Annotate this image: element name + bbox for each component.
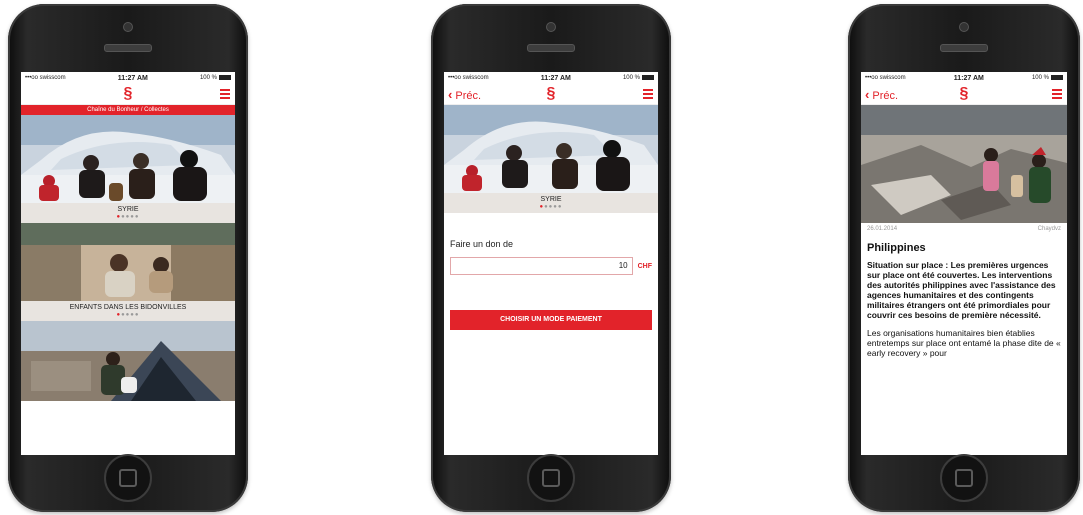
- battery-indicator: 100 %: [1031, 74, 1063, 82]
- syria-camp-photo: [444, 105, 658, 193]
- choose-payment-button[interactable]: CHOISIR UN MODE PAIEMENT: [450, 310, 652, 330]
- slide-caption: ENFANTS DANS LES BIDONVILLES: [21, 301, 235, 312]
- article-date: 26.01.2014: [867, 226, 898, 232]
- share-link[interactable]: Chaydvz: [1038, 226, 1061, 232]
- back-label: Préc.: [872, 90, 899, 102]
- speaker-grille: [940, 44, 988, 52]
- battery-indicator: 100 %: [199, 74, 231, 82]
- chevron-left-icon: ‹: [865, 87, 870, 102]
- article-photo: [861, 105, 1067, 223]
- front-camera: [959, 22, 969, 32]
- slide-photo-slums[interactable]: [21, 223, 235, 301]
- battery-indicator: 100 %: [622, 74, 654, 82]
- carousel-dots[interactable]: ●●●●●: [444, 204, 658, 213]
- battery-icon: [641, 74, 654, 80]
- app-logo[interactable]: §: [124, 86, 133, 102]
- home-button[interactable]: [527, 454, 575, 502]
- clock: 11:27 AM: [540, 74, 571, 82]
- speaker-grille: [527, 44, 575, 52]
- typhoon-shelter-photo: [21, 321, 235, 401]
- slide-photo-philippines[interactable]: [21, 321, 235, 401]
- app-logo[interactable]: §: [547, 86, 556, 102]
- clock: 11:27 AM: [117, 74, 148, 82]
- battery-label: 100 %: [199, 75, 217, 82]
- article-meta: 26.01.2014 Chaydvz: [861, 223, 1067, 232]
- philippines-debris-photo: [861, 105, 1067, 223]
- donation-amount-input[interactable]: 10: [450, 257, 633, 275]
- phone-screen: •••oo swisscom 11:27 AM 100 % § Chaîne d…: [21, 72, 235, 455]
- slum-children-photo: [21, 223, 235, 301]
- hamburger-menu-icon[interactable]: [1052, 89, 1062, 101]
- donate-row: 10 CHF: [450, 257, 652, 275]
- hamburger-menu-icon[interactable]: [643, 89, 653, 101]
- article-body: Les organisations humanitaires bien étab…: [867, 328, 1061, 358]
- app-logo[interactable]: §: [960, 86, 969, 102]
- speaker-grille: [104, 44, 152, 52]
- back-button[interactable]: ‹ Préc.: [865, 87, 898, 102]
- home-button[interactable]: [104, 454, 152, 502]
- chevron-left-icon: ‹: [448, 87, 453, 102]
- slide-photo-syria[interactable]: [444, 105, 658, 193]
- nav-bar: ‹ Préc. §: [444, 84, 658, 105]
- nav-bar: ‹ Préc. §: [861, 84, 1067, 105]
- status-bar: •••oo swisscom 11:27 AM 100 %: [21, 72, 235, 84]
- battery-icon: [1050, 74, 1063, 80]
- phone-right: •••oo swisscom 11:27 AM 100 % ‹ Préc. §: [848, 4, 1080, 512]
- article-title: Philippines: [867, 242, 926, 254]
- status-bar: •••oo swisscom 11:27 AM 100 %: [444, 72, 658, 84]
- battery-label: 100 %: [622, 75, 640, 82]
- home-button[interactable]: [940, 454, 988, 502]
- slide-photo-syria[interactable]: [21, 115, 235, 203]
- phone-screen: •••oo swisscom 11:27 AM 100 % ‹ Préc. §: [861, 72, 1067, 455]
- clock: 11:27 AM: [953, 74, 984, 82]
- battery-icon: [218, 74, 231, 80]
- back-button[interactable]: ‹ Préc.: [448, 87, 481, 102]
- phone-left: •••oo swisscom 11:27 AM 100 % § Chaîne d…: [8, 4, 248, 512]
- phone-screen: •••oo swisscom 11:27 AM 100 % ‹ Préc. §: [444, 72, 658, 455]
- syria-camp-photo: [21, 115, 235, 203]
- carrier-label: •••oo swisscom: [448, 75, 489, 81]
- phone-middle: •••oo swisscom 11:27 AM 100 % ‹ Préc. §: [431, 4, 671, 512]
- carousel-dots[interactable]: ●●●●●: [21, 214, 235, 223]
- section-banner: Chaîne du Bonheur / Collectes: [21, 105, 235, 115]
- donate-label: Faire un don de: [450, 239, 514, 249]
- back-label: Préc.: [455, 90, 482, 102]
- article-lead: Situation sur place : Les premières urge…: [867, 260, 1056, 320]
- currency-label: CHF: [637, 262, 652, 270]
- slide-caption: SYRIE: [444, 193, 658, 204]
- carousel-dots[interactable]: ●●●●●: [21, 312, 235, 321]
- carrier-label: •••oo swisscom: [865, 75, 906, 81]
- front-camera: [546, 22, 556, 32]
- slide-caption: SYRIE: [21, 203, 235, 214]
- battery-label: 100 %: [1031, 75, 1049, 82]
- status-bar: •••oo swisscom 11:27 AM 100 %: [861, 72, 1067, 84]
- hamburger-menu-icon[interactable]: [220, 89, 230, 101]
- carrier-label: •••oo swisscom: [25, 75, 66, 81]
- nav-bar: §: [21, 84, 235, 105]
- front-camera: [123, 22, 133, 32]
